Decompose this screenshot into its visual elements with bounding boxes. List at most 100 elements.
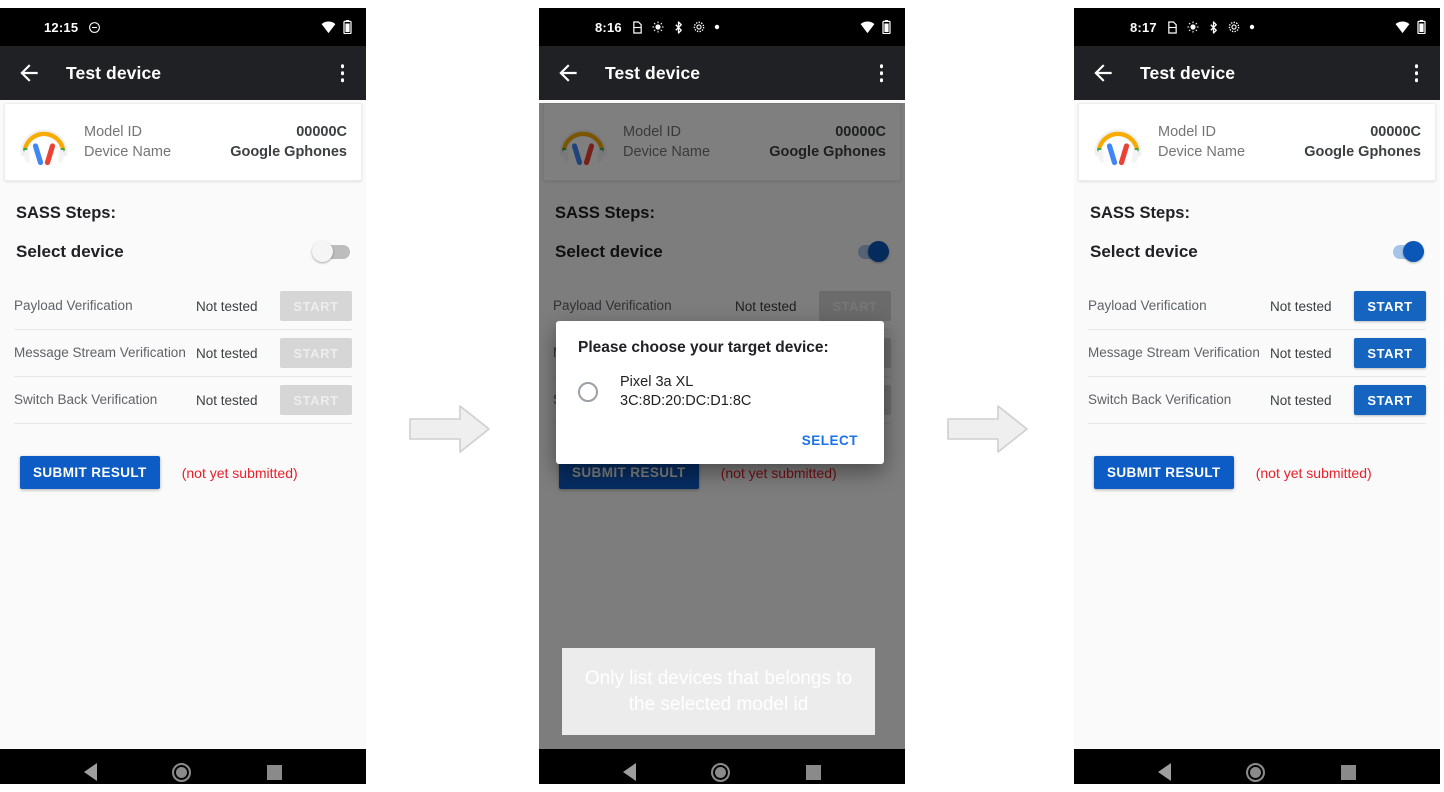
start-button[interactable]: START [280,385,352,415]
submit-result-button[interactable]: SUBMIT RESULT [1094,456,1234,489]
table-row: Payload Verification Not tested START [14,283,352,330]
select-device-label: Select device [16,242,124,261]
annotation-note: Only list devices that belongs to the se… [562,648,875,736]
status-bar-right-icons [860,8,891,46]
device-info-value: 00000C [296,124,347,140]
sass-steps-heading: SASS Steps: [16,204,116,222]
test-name: Payload Verification [1088,297,1207,313]
toggle-knob [312,241,333,262]
screen-content: Model ID 00000C Device Name Google Gphon… [1074,103,1440,749]
device-info-row: Model ID 00000C [1158,122,1421,142]
sim-icon [632,20,643,34]
brightness-icon [652,21,664,33]
table-row: Message Stream Verification Not tested S… [1088,330,1426,377]
nav-home-icon[interactable] [711,762,731,782]
nav-recents-icon[interactable] [806,764,822,780]
toggle-knob [1403,241,1424,262]
test-status: Not tested [196,345,258,361]
start-button[interactable]: START [280,338,352,368]
nav-home-icon[interactable] [172,762,192,782]
wifi-icon [1395,21,1410,34]
bluetooth-icon [673,20,684,34]
status-bar-left-icons [632,20,720,34]
nav-recents-icon[interactable] [267,764,283,780]
status-bar-right-icons [1395,8,1426,46]
phone-screen-dialog: 8:16 Test device Please choose your targ… [539,8,905,784]
nav-back-icon[interactable] [83,763,97,781]
nav-back-icon[interactable] [622,763,636,781]
overflow-menu-icon[interactable] [1411,60,1423,86]
dot-icon [714,24,720,30]
nav-home-icon[interactable] [1246,762,1266,782]
test-status: Not tested [196,392,258,408]
test-status: Not tested [1270,345,1332,361]
back-arrow-icon[interactable] [16,60,42,86]
device-info-rows: Model ID 00000C Device Name Google Gphon… [84,122,347,162]
battery-icon [343,20,352,34]
start-button[interactable]: START [280,291,352,321]
battery-icon [882,20,891,34]
submit-result-button[interactable]: SUBMIT RESULT [20,456,160,489]
dialog-title: Please choose your target device: [578,339,829,356]
select-device-toggle[interactable] [1386,241,1424,263]
headphones-icon [1089,113,1147,171]
app-bar: Test device [1074,46,1440,100]
submit-status-text: (not yet submitted) [1255,464,1372,481]
device-info-card: Model ID 00000C Device Name Google Gphon… [4,103,362,181]
test-list: Payload Verification Not tested START Me… [14,283,352,424]
navigation-bar [1074,749,1440,784]
status-bar-clock: 8:16 [595,19,622,35]
radio-button-icon[interactable] [578,382,598,403]
test-status: Not tested [1270,392,1332,408]
wifi-icon [321,21,336,34]
overflow-menu-icon[interactable] [876,60,888,86]
submit-status-text: (not yet submitted) [181,464,298,481]
status-bar: 12:15 [0,8,366,46]
device-option-text: Pixel 3a XL 3C:8D:20:DC:D1:8C [620,373,751,411]
test-status: Not tested [1270,298,1332,314]
phone-screen-selected: 8:17 Test device Model ID 00000C Device … [1074,8,1440,784]
start-button[interactable]: START [1354,338,1426,368]
battery-icon [1417,20,1426,34]
back-arrow-icon[interactable] [555,60,581,86]
table-row: Payload Verification Not tested START [1088,283,1426,330]
select-device-toggle[interactable] [312,241,350,263]
start-button[interactable]: START [1354,291,1426,321]
status-bar-left-icons [1167,20,1255,34]
settings-icon [693,21,705,33]
table-row: Switch Back Verification Not tested STAR… [14,377,352,424]
overflow-menu-icon[interactable] [337,60,349,86]
start-button[interactable]: START [1354,385,1426,415]
device-option-address: 3C:8D:20:DC:D1:8C [620,393,752,410]
do-not-disturb-icon [88,21,101,34]
page-title: Test device [66,62,162,83]
back-arrow-icon[interactable] [1090,60,1116,86]
nav-back-icon[interactable] [1157,763,1171,781]
screen-content: Model ID 00000C Device Name Google Gphon… [0,103,366,749]
nav-recents-icon[interactable] [1341,764,1357,780]
test-name: Payload Verification [14,297,133,313]
table-row: Switch Back Verification Not tested STAR… [1088,377,1426,424]
status-bar-right-icons [321,8,352,46]
device-info-value: Google Gphones [230,144,347,160]
select-device-row: Select device [16,241,350,263]
dot-icon [1249,24,1255,30]
test-list: Payload Verification Not tested START Me… [1088,283,1426,424]
device-info-row: Model ID 00000C [84,122,347,142]
navigation-bar [539,749,905,784]
device-info-row: Device Name Google Gphones [84,142,347,162]
app-bar: Test device [0,46,366,100]
device-info-key: Device Name [84,144,172,160]
device-option-row[interactable]: Pixel 3a XL 3C:8D:20:DC:D1:8C [556,371,884,415]
page-title: Test device [1140,62,1236,83]
test-name: Message Stream Verification [14,344,186,360]
device-info-key: Model ID [1158,124,1217,140]
status-bar: 8:16 [539,8,905,46]
device-info-key: Model ID [84,124,143,140]
wifi-icon [860,21,875,34]
brightness-icon [1187,21,1199,33]
sass-steps-heading: SASS Steps: [1090,204,1190,222]
dialog-select-button[interactable]: SELECT [798,429,862,452]
device-info-card: Model ID 00000C Device Name Google Gphon… [1078,103,1436,181]
navigation-bar [0,749,366,784]
